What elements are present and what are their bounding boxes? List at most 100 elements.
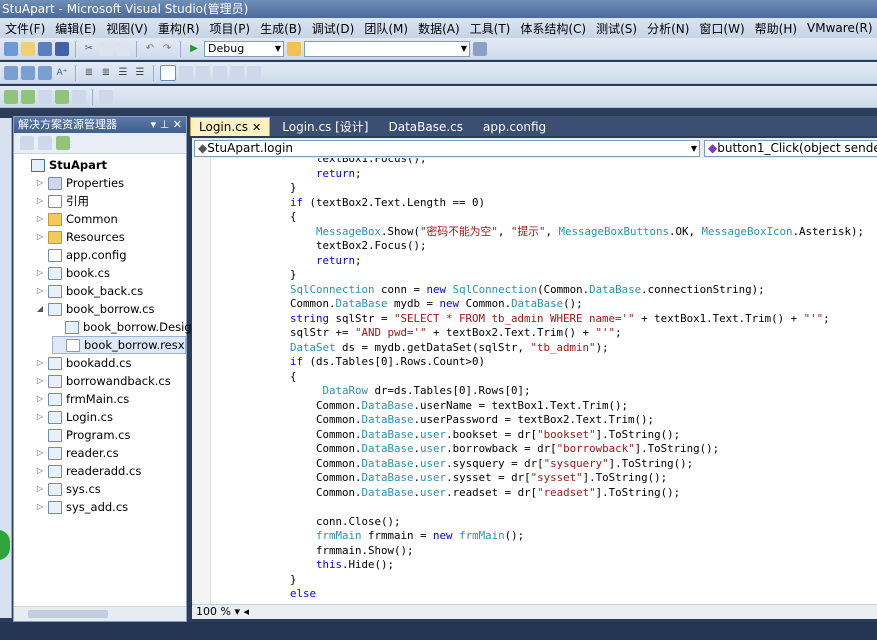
- tree-item[interactable]: app.config: [35, 246, 127, 264]
- quick-info-icon[interactable]: [38, 65, 52, 80]
- menu-item[interactable]: 生成(B): [255, 20, 307, 37]
- code-line[interactable]: MessageBox.Show("密码不能为空", "提示", MessageB…: [212, 225, 864, 240]
- tree-horizontal-scrollbar[interactable]: [14, 606, 186, 621]
- document-tab[interactable]: Login.cs ✕: [190, 117, 271, 136]
- collapsed-arrow-icon[interactable]: ▷: [35, 174, 45, 192]
- code-line[interactable]: Common.DataBase.user.sysquery = dr["sysq…: [212, 457, 864, 472]
- close-tab-icon[interactable]: ✕: [252, 121, 261, 134]
- collapsed-arrow-icon[interactable]: ▷: [35, 408, 45, 426]
- menu-item[interactable]: 调试(D): [307, 20, 360, 37]
- code-line[interactable]: Common.DataBase.userName = textBox1.Text…: [212, 399, 864, 414]
- menu-item[interactable]: 窗口(W): [694, 20, 749, 37]
- code-line[interactable]: }: [212, 181, 864, 196]
- code-line[interactable]: return;: [212, 254, 864, 269]
- refresh-button-icon[interactable]: [56, 136, 70, 150]
- tree-item[interactable]: ▷ reader.cs: [35, 444, 119, 462]
- code-line[interactable]: frmMain frmmain = new frmMain();: [212, 529, 864, 544]
- menu-item[interactable]: 文件(F): [0, 20, 50, 37]
- menu-item[interactable]: 帮助(H): [750, 20, 802, 37]
- tree-item[interactable]: ▷ book.cs: [35, 264, 110, 282]
- increase-indent-icon[interactable]: ≣: [99, 66, 113, 80]
- next-bookmark-icon[interactable]: [196, 65, 210, 80]
- bookmark-icon[interactable]: [160, 64, 176, 81]
- tree-item[interactable]: ◢ book_borrow.cs: [35, 300, 155, 318]
- member-dropdown[interactable]: ◆button1_Click(object sender, E: [704, 140, 877, 157]
- find-combo[interactable]: ▼: [304, 40, 470, 57]
- code-editor[interactable]: textBox1.Focus(); return; } if (textBox2…: [192, 158, 877, 604]
- code-line[interactable]: {: [212, 370, 864, 385]
- collapsed-arrow-icon[interactable]: ▷: [35, 228, 45, 246]
- expanded-arrow-icon[interactable]: ◢: [35, 300, 45, 318]
- collapsed-arrow-icon[interactable]: ▷: [35, 372, 45, 390]
- properties-button-icon[interactable]: [20, 136, 34, 150]
- new-project-icon[interactable]: [4, 41, 18, 56]
- menu-item[interactable]: 测试(S): [591, 20, 642, 37]
- tree-item[interactable]: book_borrow.resx: [52, 336, 186, 354]
- code-line[interactable]: [212, 500, 864, 515]
- code-line[interactable]: string sqlStr = "SELECT * FROM tb_admin …: [212, 312, 864, 327]
- tree-item[interactable]: ▷ Login.cs: [35, 408, 113, 426]
- show-all-files-icon[interactable]: [21, 89, 35, 104]
- view-code-icon[interactable]: [72, 89, 86, 104]
- menu-item[interactable]: 视图(V): [101, 20, 153, 37]
- start-debug-icon[interactable]: ▶: [187, 42, 201, 56]
- pin-close-icon[interactable]: ▾ ⊥ ✕: [151, 117, 182, 133]
- menu-item[interactable]: 项目(P): [205, 20, 256, 37]
- code-line[interactable]: if (textBox2.Text.Length == 0): [212, 196, 864, 211]
- code-line[interactable]: return;: [212, 167, 864, 182]
- code-line[interactable]: Common.DataBase.user.sysset = dr["sysset…: [212, 471, 864, 486]
- prev-bookmark-folder-icon[interactable]: [213, 65, 227, 80]
- code-line[interactable]: SqlConnection conn = new SqlConnection(C…: [212, 283, 864, 298]
- undo-icon[interactable]: ↶: [143, 42, 157, 56]
- collapsed-arrow-icon[interactable]: ▷: [35, 264, 45, 282]
- code-line[interactable]: conn.Close();: [212, 515, 864, 530]
- find-icon[interactable]: [287, 41, 301, 56]
- tree-item[interactable]: ▷ Common: [35, 210, 118, 228]
- code-line[interactable]: }: [212, 268, 864, 283]
- menu-item[interactable]: 数据(A): [413, 20, 465, 37]
- document-tab[interactable]: Login.cs [设计]: [274, 118, 376, 136]
- open-file-icon[interactable]: [21, 41, 35, 56]
- tree-item[interactable]: ▷ book_back.cs: [35, 282, 143, 300]
- collapsed-arrow-icon[interactable]: ▷: [35, 354, 45, 372]
- tree-item[interactable]: ▷ Properties: [35, 174, 124, 192]
- collapsed-arrow-icon[interactable]: ▷: [35, 390, 45, 408]
- code-line[interactable]: frmmain.Show();: [212, 544, 864, 559]
- code-line[interactable]: Common.DataBase.user.bookset = dr["books…: [212, 428, 864, 443]
- prev-bookmark-icon[interactable]: [179, 65, 193, 80]
- code-line[interactable]: textBox1.Focus();: [212, 158, 864, 167]
- parameter-info-icon[interactable]: [21, 65, 35, 80]
- menu-item[interactable]: 编辑(E): [50, 20, 101, 37]
- member-list-icon[interactable]: [4, 65, 18, 80]
- properties-toolbar-icon[interactable]: [38, 89, 52, 104]
- next-bookmark-folder-icon[interactable]: [230, 65, 244, 80]
- document-tab[interactable]: DataBase.cs: [380, 118, 471, 136]
- tree-item[interactable]: ▷ readeradd.cs: [35, 462, 141, 480]
- uncomment-icon[interactable]: ☰: [133, 66, 147, 80]
- menu-item[interactable]: 分析(N): [642, 20, 694, 37]
- tree-item[interactable]: ▷ frmMain.cs: [35, 390, 129, 408]
- zoom-level[interactable]: 100 % ▾ ◂: [196, 605, 249, 619]
- tree-item[interactable]: ▷ 引用: [35, 192, 89, 210]
- code-line[interactable]: {: [212, 210, 864, 225]
- menu-item[interactable]: 体系结构(C): [515, 20, 591, 37]
- collapsed-arrow-icon[interactable]: ▷: [35, 282, 45, 300]
- code-line[interactable]: DataRow dr=ds.Tables[0].Rows[0];: [212, 384, 864, 399]
- tree-item[interactable]: Program.cs: [35, 426, 131, 444]
- code-line[interactable]: DataSet ds = mydb.getDataSet(sqlStr, "tb…: [212, 341, 864, 356]
- forward-icon[interactable]: [55, 89, 69, 104]
- comment-icon[interactable]: ☰: [116, 66, 130, 80]
- show-all-button-icon[interactable]: [38, 136, 52, 150]
- document-tab[interactable]: app.config: [475, 118, 554, 136]
- code-line[interactable]: Common.DataBase.user.readset = dr["reads…: [212, 486, 864, 501]
- cut-icon[interactable]: ✂: [82, 42, 96, 56]
- code-line[interactable]: Common.DataBase.user.borrowback = dr["bo…: [212, 442, 864, 457]
- code-line[interactable]: sqlStr += "AND pwd='" + textBox2.Text.Tr…: [212, 326, 864, 341]
- tree-item[interactable]: ▷ sys.cs: [35, 480, 101, 498]
- redo-icon[interactable]: ↷: [160, 42, 174, 56]
- paste-icon[interactable]: [116, 41, 130, 56]
- collapsed-arrow-icon[interactable]: ▷: [35, 192, 45, 210]
- code-line[interactable]: this.Hide();: [212, 558, 864, 573]
- code-line[interactable]: Common.DataBase mydb = new Common.DataBa…: [212, 297, 864, 312]
- clear-bookmarks-icon[interactable]: [247, 65, 261, 80]
